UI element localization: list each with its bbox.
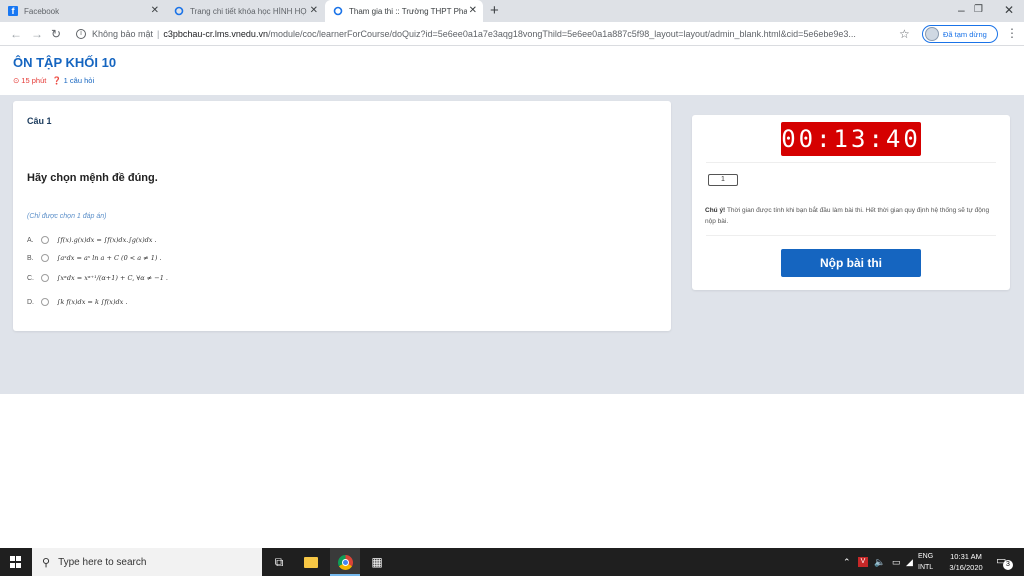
page-title: ÔN TẬP KHỐI 10 [13,55,117,70]
back-icon[interactable]: ← [10,26,22,42]
option-b[interactable]: B. ∫aˣdx = aˣ ln a + C (0 < a ≠ 1) . [27,254,162,262]
system-clock[interactable]: 10:31 AM 3/16/2020 [944,551,988,573]
question-card: Câu 1 Hãy chọn mệnh đề đúng. (Chỉ được c… [13,101,671,331]
content-area: Câu 1 Hãy chọn mệnh đề đúng. (Chỉ được c… [0,95,1024,394]
start-button[interactable] [0,548,32,576]
site-icon [333,6,343,16]
volume-icon[interactable]: 🔈 [874,548,885,576]
notification-icon[interactable]: ▭ 3 [996,554,1013,570]
status-card: 00:13:40 1 Chú ý! Thời gian được tính kh… [692,115,1010,290]
divider [706,235,996,236]
countdown-timer: 00:13:40 [781,122,921,156]
avatar [925,27,939,41]
forward-icon[interactable]: → [31,26,43,42]
question-note: (Chỉ được chọn 1 đáp án) [27,213,107,220]
network-icon[interactable]: ◢ [906,548,913,576]
submit-button[interactable]: Nộp bài thi [781,249,921,277]
chrome-icon[interactable] [336,553,354,571]
divider [706,162,996,163]
restore-icon[interactable]: ❐ [974,2,983,18]
minimize-icon[interactable]: – [958,2,965,18]
taskbar-search[interactable]: ⚲ Type here to search [32,548,262,576]
info-icon[interactable]: i [76,29,86,39]
task-view-icon[interactable]: ⧉ [270,553,288,571]
option-b-radio[interactable] [41,254,49,262]
battery-icon[interactable]: ▭ [892,548,901,576]
option-d-radio[interactable] [41,298,49,306]
bookmark-star-icon[interactable]: ☆ [899,27,910,41]
tab-exam[interactable]: Tham gia thi :: Trường THPT Phan ✕ [325,0,483,22]
windows-icon [10,556,22,568]
reload-icon[interactable]: ↻ [51,26,61,42]
option-a[interactable]: A. ∫f(x).g(x)dx = ∫f(x)dx.∫g(x)dx . [27,236,157,244]
quiz-meta: ⊙ 15 phút ❓ 1 câu hỏi [13,76,95,85]
file-explorer-icon[interactable] [302,553,320,571]
window-close-icon[interactable]: ✕ [1004,2,1014,18]
search-icon: ⚲ [42,556,51,569]
option-c-radio[interactable] [41,274,49,282]
page-header: ÔN TẬP KHỐI 10 ⊙ 15 phút ❓ 1 câu hỏi [0,47,1024,95]
browser-toolbar: ← → ↻ i Không bảo mật | c3pbchau-cr.lms.… [0,22,1024,46]
site-icon [174,6,184,16]
question-text: Hãy chọn mệnh đề đúng. [27,172,158,184]
facebook-icon: f [8,6,18,16]
option-d[interactable]: D. ∫k f(x)dx = k ∫f(x)dx . [27,298,127,306]
clock-icon: ⊙ [13,76,20,85]
question-icon: ❓ [52,76,62,85]
app-icon[interactable]: ▦ [368,553,386,571]
option-a-radio[interactable] [41,236,49,244]
tab-facebook[interactable]: f Facebook ✕ [0,0,165,22]
tab-course-detail[interactable]: Trang chi tiết khóa học HÌNH HỌ ✕ [166,0,324,22]
profile-button[interactable]: Đã tạm dừng [922,25,998,43]
new-tab-button[interactable]: + [490,3,499,19]
question-number: Câu 1 [27,116,52,126]
close-tab-icon[interactable]: ✕ [469,5,477,17]
close-tab-icon[interactable]: ✕ [151,5,159,17]
close-tab-icon[interactable]: ✕ [310,5,318,17]
language-indicator[interactable]: ENG INTL [918,551,933,573]
taskbar: ⚲ Type here to search ⧉ ▦ ⌃ V 🔈 ▭ ◢ ENG … [0,548,1024,576]
chevron-up-icon[interactable]: ⌃ [843,548,851,576]
tab-strip: f Facebook ✕ Trang chi tiết khóa học HÌN… [0,0,1024,22]
address-bar[interactable]: i Không bảo mật | c3pbchau-cr.lms.vnedu.… [76,25,914,43]
menu-icon[interactable]: ⋮ [1006,26,1018,40]
notice-text: Chú ý! Thời gian được tính khi bạn bắt đ… [705,207,990,225]
option-c[interactable]: C. ∫xᵅdx = xᵅ⁺¹/(α+1) + C, ∀α ≠ −1 . [27,274,168,282]
antivirus-icon[interactable]: V [858,548,868,576]
question-nav-item[interactable]: 1 [708,174,738,186]
